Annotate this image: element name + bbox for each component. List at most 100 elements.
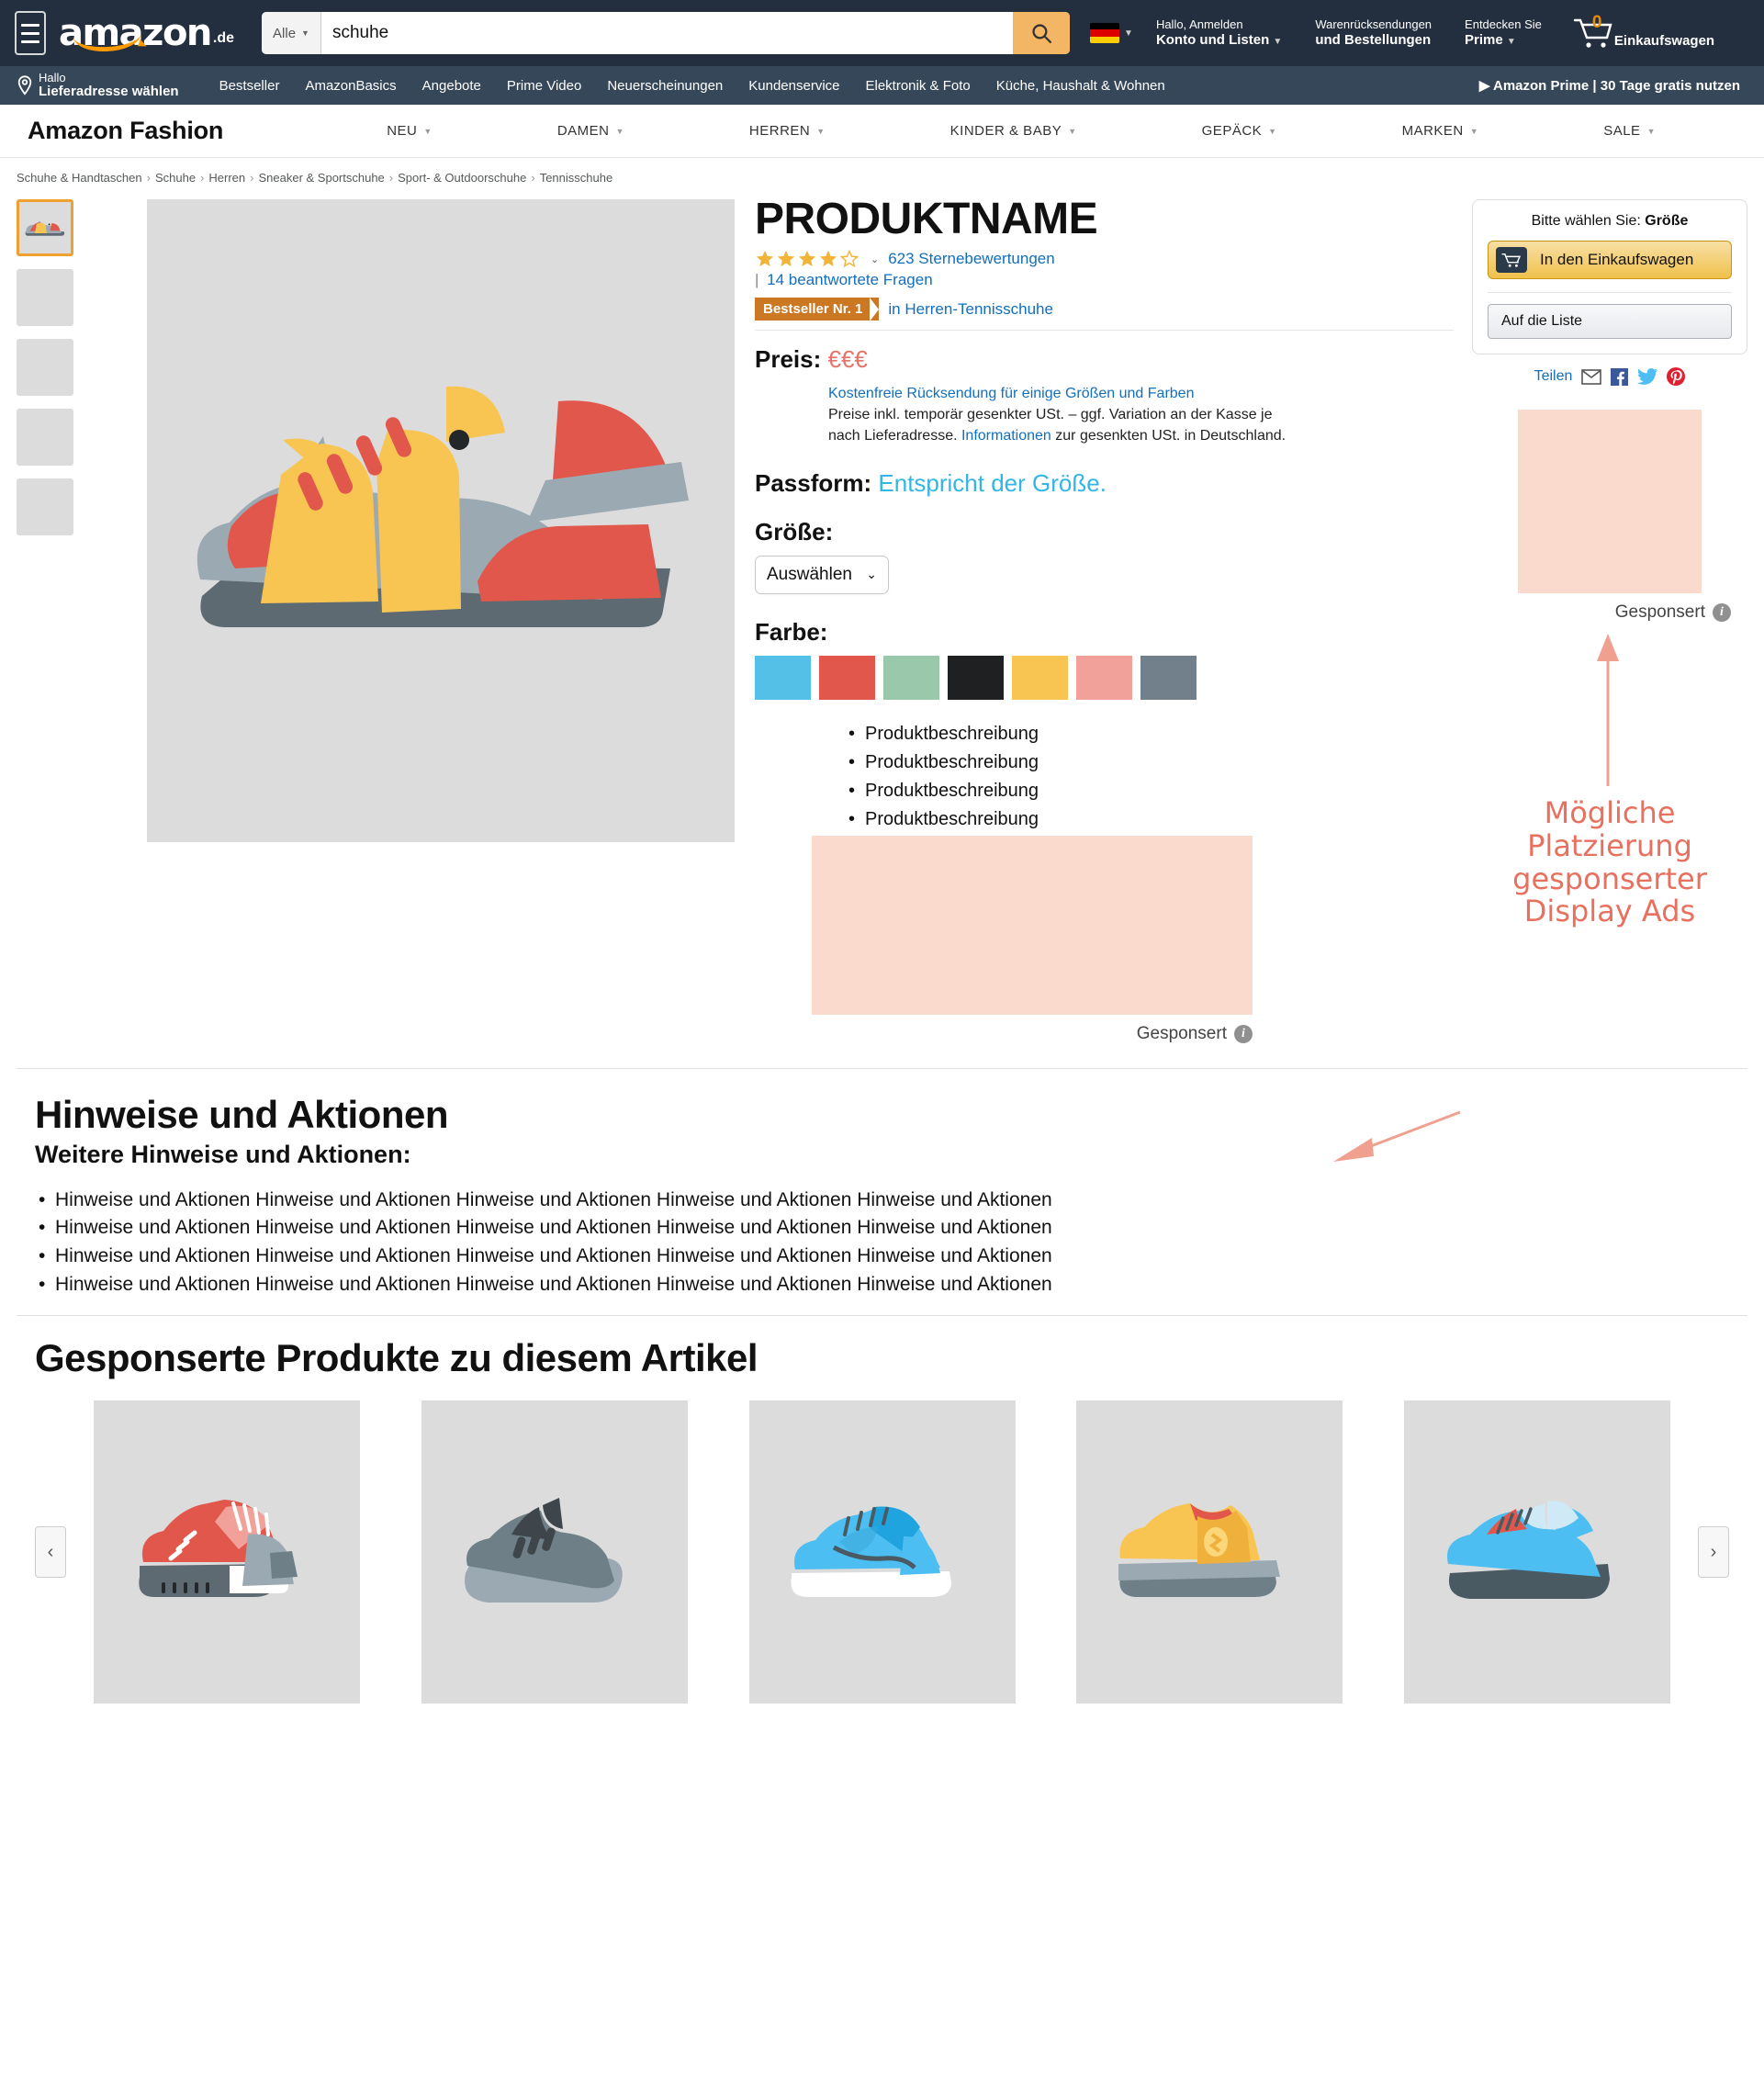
color-swatch-0[interactable] <box>755 655 811 700</box>
info-icon[interactable]: i <box>1234 1024 1253 1043</box>
list-item: Produktbeschreibung <box>848 722 1454 747</box>
carousel-next-button[interactable]: › <box>1698 1526 1729 1579</box>
fashion-nav-item-marken[interactable]: MARKEN ▼ <box>1402 123 1479 139</box>
sponsored-ad-placeholder-inline[interactable] <box>812 835 1253 1015</box>
review-count-link[interactable]: 623 Sternebewertungen <box>888 250 1054 268</box>
search-button[interactable] <box>1013 12 1071 54</box>
thumbnail-gallery <box>17 194 88 1044</box>
subnav-item-neuerscheinungen[interactable]: Neuerscheinungen <box>594 78 736 94</box>
thumbnail-1[interactable] <box>17 199 73 256</box>
subnav-item-kundenservice[interactable]: Kundenservice <box>736 78 852 94</box>
rating-dropdown-icon[interactable]: ⌄ <box>871 253 879 265</box>
share-label[interactable]: Teilen <box>1534 368 1573 385</box>
breadcrumb-separator: › <box>250 171 254 185</box>
email-share-icon[interactable] <box>1581 368 1602 385</box>
color-swatch-4[interactable] <box>1012 655 1068 700</box>
star-rating[interactable] <box>755 249 860 269</box>
thumbnail-4[interactable] <box>17 409 73 466</box>
cart-icon: 0 <box>1572 13 1614 51</box>
sponsored-text: Gesponsert <box>1614 602 1705 622</box>
size-select[interactable]: Auswählen ⌄ <box>755 555 889 594</box>
color-swatch-5[interactable] <box>1076 655 1132 700</box>
amazon-fashion-logo[interactable]: Amazon Fashion <box>28 117 223 145</box>
thumbnail-2[interactable] <box>17 269 73 326</box>
fashion-nav-item-kinder-baby[interactable]: KINDER & BABY ▼ <box>950 123 1077 139</box>
language-selector[interactable]: ▼ <box>1090 23 1133 43</box>
subnav-item-amazonbasics[interactable]: AmazonBasics <box>292 78 409 94</box>
hinweise-subheading: Weitere Hinweise und Aktionen: <box>35 1140 411 1168</box>
color-swatch-2[interactable] <box>883 655 939 700</box>
prime-promo-link[interactable]: ▶ Amazon Prime | 30 Tage gratis nutzen <box>1479 77 1747 94</box>
hamburger-menu-icon[interactable] <box>15 11 46 55</box>
shoe-red-illustration <box>139 1500 298 1598</box>
fashion-nav-item-sale[interactable]: SALE ▼ <box>1603 123 1656 139</box>
add-to-list-label: Auf die Liste <box>1501 313 1583 329</box>
prime-button[interactable]: Entdecken Sie Prime ▼ <box>1455 14 1552 52</box>
breadcrumb-item-4[interactable]: Sport- & Outdoorschuhe <box>398 171 526 185</box>
cart-button[interactable]: 0 Einkaufswagen <box>1572 13 1722 51</box>
returns-and-orders-button[interactable]: Warenrücksendungen und Bestellungen <box>1305 14 1442 52</box>
thumbnail-3[interactable] <box>17 339 73 396</box>
carousel-card-0[interactable] <box>94 1400 360 1704</box>
share-row: Teilen <box>1472 367 1747 386</box>
list-item: Hinweise und Aktionen Hinweise und Aktio… <box>35 1272 1727 1298</box>
fit-row: Passform: Entspricht der Größe. <box>755 469 1454 498</box>
list-item: Produktbeschreibung <box>848 807 1454 832</box>
thumbnail-5[interactable] <box>17 478 73 535</box>
hinweise-section: Hinweise und Aktionen Weitere Hinweise u… <box>0 1069 1764 1316</box>
subnav-item-angebote[interactable]: Angebote <box>410 78 494 94</box>
fashion-nav: Amazon Fashion NEU ▼ DAMEN ▼ HERREN ▼ KINDE… <box>0 105 1764 158</box>
fashion-nav-item-neu[interactable]: NEU ▼ <box>387 123 433 139</box>
delivery-address-button[interactable]: Hallo Lieferadresse wählen <box>17 71 179 100</box>
subnav-item-kueche-haushalt[interactable]: Küche, Haushalt & Wohnen <box>983 78 1178 94</box>
annotation-arrow-area <box>1472 623 1747 797</box>
carousel-prev-button[interactable]: ‹ <box>35 1526 66 1579</box>
free-return-link[interactable]: Kostenfreie Rücksendung für einige Größe… <box>828 383 1306 404</box>
pinterest-share-icon[interactable] <box>1667 367 1686 386</box>
color-swatch-3[interactable] <box>948 655 1004 700</box>
color-swatch-6[interactable] <box>1140 655 1197 700</box>
chevron-down-icon: ▼ <box>1268 126 1277 136</box>
breadcrumb-separator: › <box>531 171 535 185</box>
shoe-blue-illustration <box>790 1506 951 1598</box>
account-and-lists-button[interactable]: Hallo, Anmelden Konto und Listen ▼ <box>1146 14 1292 52</box>
bestseller-category-link[interactable]: in Herren-Tennisschuhe <box>888 300 1053 319</box>
amazon-logo[interactable]: amazon .de <box>59 15 234 53</box>
carousel-card-4[interactable] <box>1404 1400 1670 1704</box>
tax-note: Preise inkl. temporär gesenkter USt. – g… <box>828 407 1286 444</box>
carousel-card-3[interactable] <box>1076 1400 1343 1704</box>
color-swatch-1[interactable] <box>819 655 875 700</box>
product-main-image[interactable] <box>147 199 735 842</box>
chevron-down-icon: ▼ <box>1506 36 1516 47</box>
fashion-nav-item-gepaeck[interactable]: GEPÄCK ▼ <box>1202 123 1277 139</box>
subnav-item-prime-video[interactable]: Prime Video <box>494 78 594 94</box>
tax-info-link[interactable]: Informationen <box>961 428 1051 444</box>
facebook-share-icon[interactable] <box>1611 367 1629 386</box>
sponsored-products-section: Gesponserte Produkte zu diesem Artikel ‹ <box>0 1316 1764 1704</box>
subnav-item-bestseller[interactable]: Bestseller <box>207 78 293 94</box>
add-to-list-button[interactable]: Auf die Liste <box>1488 304 1732 339</box>
search-input[interactable] <box>320 12 1014 54</box>
breadcrumb-item-3[interactable]: Sneaker & Sportschuhe <box>258 171 384 185</box>
cart-count-badge: 0 <box>1591 13 1602 32</box>
subnav-item-elektronik-foto[interactable]: Elektronik & Foto <box>853 78 983 94</box>
chevron-down-icon: ▼ <box>301 28 309 38</box>
search-category-dropdown[interactable]: Alle ▼ <box>262 12 321 54</box>
carousel-track <box>66 1400 1698 1704</box>
answered-questions-link[interactable]: 14 beantwortete Fragen <box>767 271 933 288</box>
carousel-card-2[interactable] <box>748 1400 1016 1704</box>
carousel-card-1[interactable] <box>421 1400 688 1704</box>
breadcrumb-item-1[interactable]: Schuhe <box>155 171 196 185</box>
product-description-list: Produktbeschreibung Produktbeschreibung … <box>812 722 1454 832</box>
breadcrumb-item-2[interactable]: Herren <box>208 171 245 185</box>
fashion-nav-item-herren[interactable]: HERREN ▼ <box>749 123 826 139</box>
add-to-cart-button[interactable]: In den Einkaufswagen <box>1488 241 1732 279</box>
fashion-nav-item-damen[interactable]: DAMEN ▼ <box>557 123 624 139</box>
twitter-share-icon[interactable] <box>1637 368 1658 385</box>
info-icon[interactable]: i <box>1713 603 1731 622</box>
breadcrumb-item-0[interactable]: Schuhe & Handtaschen <box>17 171 142 185</box>
sponsored-ad-placeholder-side[interactable] <box>1518 410 1702 593</box>
breadcrumb-item-5[interactable]: Tennisschuhe <box>540 171 613 185</box>
search-icon <box>1031 23 1051 43</box>
status-badge[interactable]: Bestseller Nr. 1 <box>755 298 880 321</box>
